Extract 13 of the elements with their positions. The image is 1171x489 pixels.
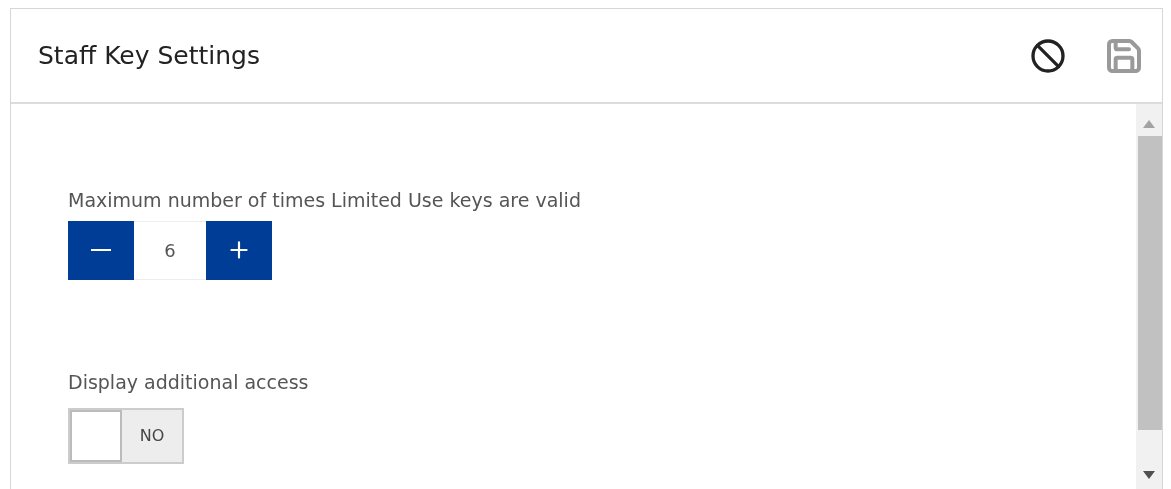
cancel-icon	[1030, 37, 1066, 74]
toggle-switch[interactable]: NO	[68, 408, 184, 464]
scrollbar-thumb[interactable]	[1138, 136, 1162, 430]
scrollbar[interactable]	[1136, 104, 1162, 489]
toggle-knob	[70, 410, 122, 462]
toggle-state: NO	[138, 425, 166, 447]
increment-button[interactable]	[206, 220, 272, 280]
field-label: Display additional access	[68, 369, 310, 395]
decrement-button[interactable]	[68, 220, 134, 280]
minus-icon	[91, 249, 111, 251]
field-label: Maximum number of times Limited Use keys are valid	[68, 188, 582, 213]
scroll-down-icon[interactable]	[1143, 471, 1155, 479]
panel-title: Staff Key Settings	[38, 39, 260, 72]
